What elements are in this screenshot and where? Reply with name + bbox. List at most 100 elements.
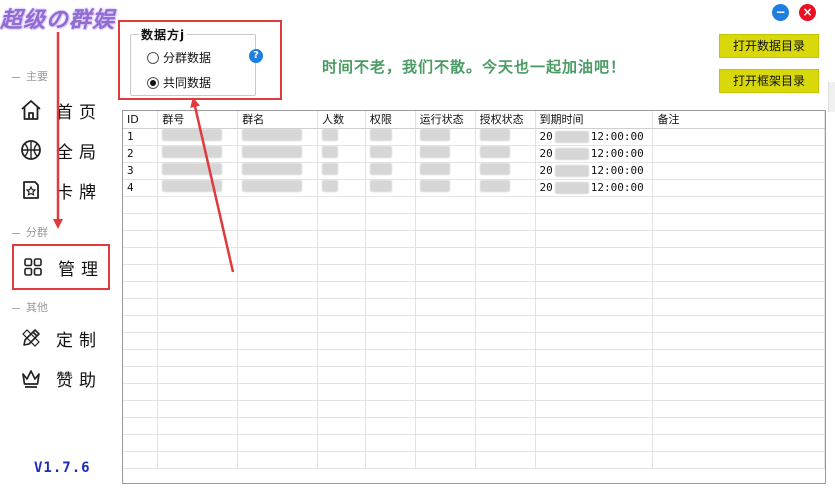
cell-redacted bbox=[157, 162, 239, 180]
empty-row bbox=[123, 349, 825, 367]
table-header-row: ID 群号 群名 人数 权限 运行状态 授权状态 到期时间 备注 bbox=[123, 111, 825, 129]
column-header[interactable]: 人数 bbox=[317, 111, 366, 129]
nav-item-home[interactable]: 首页 bbox=[12, 88, 110, 132]
cell-redacted bbox=[157, 128, 239, 146]
section-label-main: 主要 bbox=[12, 68, 48, 84]
sidebar: 超级の群娱 主要 首页 全局 卡牌 分群 管理 其他 定制 赞助 V1.7.6 bbox=[0, 0, 118, 494]
column-header[interactable]: ID bbox=[123, 111, 159, 129]
cell-redacted bbox=[317, 128, 366, 146]
cell-redacted bbox=[475, 145, 536, 163]
nav-label: 赞助 bbox=[56, 370, 102, 391]
radio-group-data[interactable]: 分群数据 bbox=[147, 49, 211, 66]
cell-redacted bbox=[415, 179, 476, 197]
cell-redacted bbox=[475, 179, 536, 197]
section-label-other: 其他 bbox=[12, 299, 48, 315]
column-header[interactable]: 到期时间 bbox=[535, 111, 654, 129]
column-header[interactable]: 授权状态 bbox=[475, 111, 536, 129]
nav-label: 管理 bbox=[58, 259, 104, 280]
nav-item-cards[interactable]: 卡牌 bbox=[12, 168, 110, 212]
nav-item-global[interactable]: 全局 bbox=[12, 128, 110, 172]
table-row[interactable]: 4 20 12:00:00 bbox=[123, 179, 825, 197]
column-header[interactable]: 备注 bbox=[652, 111, 825, 129]
nav-label: 卡牌 bbox=[56, 182, 102, 203]
main-content: 数据方j ? 分群数据 共同数据 时间不老，我们不散。今天也一起加油吧！ 打开数… bbox=[118, 20, 829, 494]
cell-redacted bbox=[475, 128, 536, 146]
cell-redacted bbox=[237, 179, 319, 197]
cell-id: 4 bbox=[123, 179, 159, 197]
cell-redacted bbox=[365, 162, 416, 180]
cell-redacted bbox=[415, 162, 476, 180]
cell-expiry: 20 12:00:00 bbox=[535, 162, 654, 180]
cell-note bbox=[652, 162, 825, 180]
cell-note bbox=[652, 179, 825, 197]
open-data-dir-button[interactable]: 打开数据目录 bbox=[719, 34, 819, 58]
cell-expiry: 20 12:00:00 bbox=[535, 179, 654, 197]
table-row[interactable]: 3 20 12:00:00 bbox=[123, 162, 825, 180]
radio-common-data[interactable]: 共同数据 bbox=[147, 74, 211, 91]
cell-redacted bbox=[415, 145, 476, 163]
table-row[interactable]: 2 20 12:00:00 bbox=[123, 145, 825, 163]
empty-row bbox=[123, 417, 825, 435]
minimize-button[interactable]: − bbox=[772, 4, 789, 21]
nav-item-sponsor[interactable]: 赞助 bbox=[12, 356, 110, 400]
data-mode-legend: 数据方j bbox=[139, 26, 188, 43]
cell-redacted bbox=[365, 128, 416, 146]
radio-label: 共同数据 bbox=[163, 76, 212, 90]
empty-row bbox=[123, 230, 825, 248]
cell-expiry: 20 12:00:00 bbox=[535, 128, 654, 146]
cell-id: 3 bbox=[123, 162, 159, 180]
group-table[interactable]: ID 群号 群名 人数 权限 运行状态 授权状态 到期时间 备注 1 20 12… bbox=[122, 110, 826, 484]
empty-row bbox=[123, 332, 825, 350]
close-button[interactable]: × bbox=[799, 4, 816, 21]
column-header[interactable]: 运行状态 bbox=[415, 111, 476, 129]
nav-label: 首页 bbox=[56, 102, 102, 123]
cell-redacted bbox=[317, 162, 366, 180]
cell-redacted bbox=[317, 145, 366, 163]
radio-button[interactable] bbox=[147, 76, 159, 89]
radio-label: 分群数据 bbox=[163, 51, 212, 65]
cell-redacted bbox=[317, 179, 366, 197]
empty-row bbox=[123, 298, 825, 316]
home-icon bbox=[18, 97, 44, 123]
crown-icon bbox=[18, 365, 44, 391]
card-icon bbox=[18, 177, 44, 203]
cell-redacted bbox=[157, 179, 239, 197]
column-header[interactable]: 群名 bbox=[237, 111, 319, 129]
slogan-text: 时间不老，我们不散。今天也一起加油吧！ bbox=[322, 58, 627, 76]
help-icon[interactable]: ? bbox=[249, 49, 263, 63]
column-header[interactable]: 群号 bbox=[157, 111, 239, 129]
empty-row bbox=[123, 315, 825, 333]
table-row[interactable]: 1 20 12:00:00 bbox=[123, 128, 825, 146]
nav-item-customize[interactable]: 定制 bbox=[12, 316, 110, 360]
section-label-group: 分群 bbox=[12, 224, 48, 240]
cell-id: 1 bbox=[123, 128, 159, 146]
cell-redacted bbox=[237, 128, 319, 146]
cell-redacted bbox=[475, 162, 536, 180]
empty-row bbox=[123, 366, 825, 384]
empty-row bbox=[123, 213, 825, 231]
cell-redacted bbox=[415, 128, 476, 146]
empty-row bbox=[123, 281, 825, 299]
radio-button[interactable] bbox=[147, 51, 159, 64]
cell-note bbox=[652, 128, 825, 146]
empty-row bbox=[123, 264, 825, 282]
empty-row bbox=[123, 434, 825, 452]
nav-label: 全局 bbox=[56, 142, 102, 163]
scrollbar[interactable] bbox=[828, 82, 835, 112]
data-mode-group: 数据方j ? 分群数据 共同数据 bbox=[130, 26, 263, 96]
data-mode-highlight: 数据方j ? 分群数据 共同数据 bbox=[118, 20, 282, 100]
cell-id: 2 bbox=[123, 145, 159, 163]
basketball-icon bbox=[18, 137, 44, 163]
empty-row bbox=[123, 400, 825, 418]
grid-icon bbox=[20, 254, 46, 280]
empty-row bbox=[123, 451, 825, 469]
cell-redacted bbox=[237, 162, 319, 180]
cell-redacted bbox=[157, 145, 239, 163]
cell-redacted bbox=[365, 179, 416, 197]
cell-redacted bbox=[365, 145, 416, 163]
column-header[interactable]: 权限 bbox=[365, 111, 416, 129]
open-frame-dir-button[interactable]: 打开框架目录 bbox=[719, 69, 819, 93]
nav-item-manage[interactable]: 管理 bbox=[12, 244, 110, 290]
app-title: 超级の群娱 bbox=[0, 7, 116, 33]
cell-expiry: 20 12:00:00 bbox=[535, 145, 654, 163]
